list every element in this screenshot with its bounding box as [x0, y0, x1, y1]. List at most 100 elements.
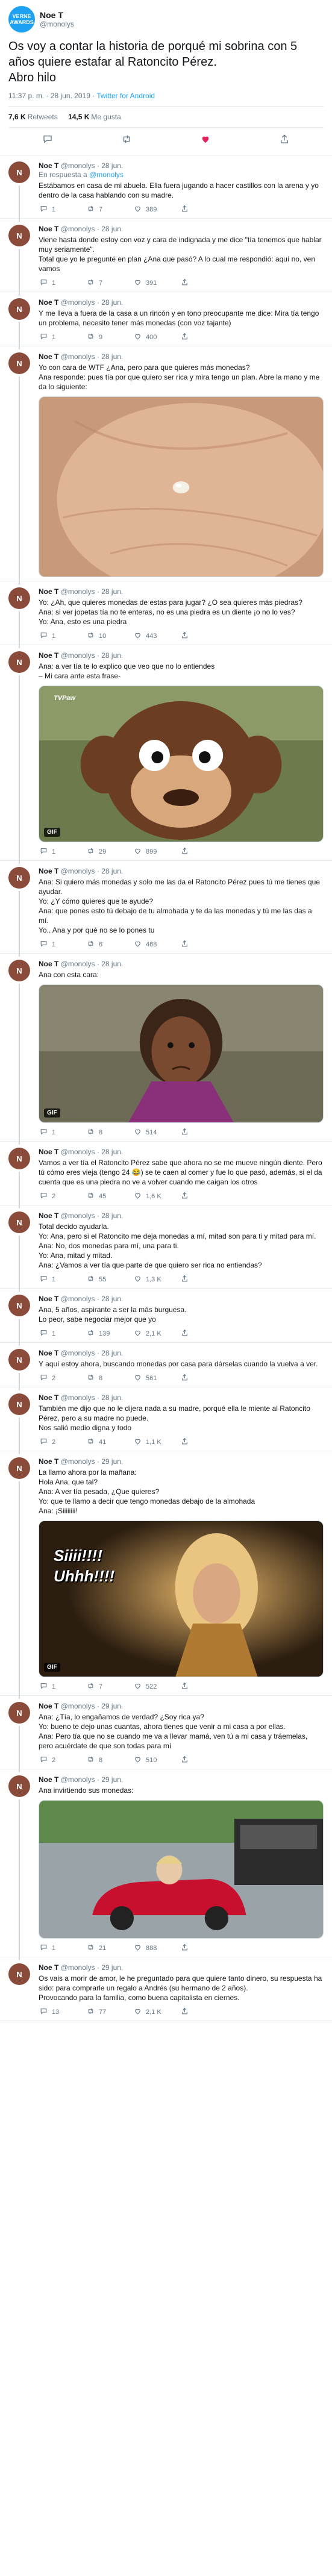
heart-icon[interactable] [200, 134, 211, 148]
tweet-date[interactable]: 29 jun. [101, 1457, 123, 1466]
share-button[interactable] [180, 1374, 193, 1383]
retweet-button[interactable]: 10 [86, 631, 133, 641]
retweet-button[interactable]: 41 [86, 1437, 133, 1447]
like-button[interactable]: 443 [133, 631, 180, 641]
share-button[interactable] [180, 1275, 193, 1284]
author-name[interactable]: Noe T [39, 867, 58, 875]
author-handle[interactable]: @monolys [61, 587, 95, 596]
reply-button[interactable]: 1 [39, 1682, 86, 1692]
tweet-date[interactable]: 28 jun. [101, 587, 123, 596]
author-handle[interactable]: @monolys [61, 1295, 95, 1303]
retweet-button[interactable]: 21 [86, 1943, 133, 1953]
reply-tweet[interactable]: N Noe T @monolys · 28 jun. Y me lleva a fu… [0, 292, 332, 349]
share-button[interactable] [180, 278, 193, 288]
author-handle[interactable]: @monolys [61, 225, 95, 233]
author-name[interactable]: Noe T [39, 1702, 58, 1710]
reply-tweet[interactable]: N Noe T @monolys · 28 jun. Ana: Si quiero … [0, 861, 332, 957]
author-name[interactable]: Noe T [39, 960, 58, 968]
tweet-date[interactable]: 28 jun. [101, 867, 123, 875]
tweet-date[interactable]: 28 jun. [101, 1349, 123, 1357]
avatar[interactable]: N [8, 1211, 30, 1233]
tweet-date[interactable]: 28 jun. [101, 352, 123, 361]
like-button[interactable]: 510 [133, 1755, 180, 1765]
like-button[interactable]: 522 [133, 1682, 180, 1692]
like-button[interactable]: 400 [133, 333, 180, 342]
retweet-button[interactable]: 7 [86, 205, 133, 214]
like-button[interactable]: 389 [133, 205, 180, 214]
like-button[interactable]: 514 [133, 1128, 180, 1137]
retweet-button[interactable]: 8 [86, 1755, 133, 1765]
avatar[interactable]: N [8, 867, 30, 889]
tweet-media[interactable]: Siiii!!!! Uhhh!!!! GIF [39, 1521, 324, 1677]
share-button[interactable] [180, 1682, 193, 1692]
reply-tweet[interactable]: N Noe T @monolys · 28 jun. Ana: a ver tía … [0, 645, 332, 864]
tweet-date[interactable]: 29 jun. [101, 1702, 123, 1710]
author-name[interactable]: Noe T [40, 10, 74, 20]
author-name[interactable]: Noe T [39, 352, 58, 361]
share-button[interactable] [180, 333, 193, 342]
avatar[interactable]: N [8, 651, 30, 673]
reply-tweet[interactable]: N Noe T @monolys · 28 jun. Yo: ¿Ah, que qu… [0, 581, 332, 648]
retweet-button[interactable]: 29 [86, 847, 133, 857]
avatar[interactable]: N [8, 1775, 30, 1797]
reply-button[interactable]: 2 [39, 1437, 86, 1447]
tweet-date[interactable]: 29 jun. [101, 1775, 123, 1784]
reply-tweet[interactable]: N Noe T @monolys · 28 jun. Ana, 5 años, as… [0, 1289, 332, 1346]
reply-button[interactable]: 1 [39, 631, 86, 641]
reply-button[interactable]: 2 [39, 1192, 86, 1201]
share-button[interactable] [180, 1755, 193, 1765]
share-button[interactable] [180, 205, 193, 214]
tweet-source[interactable]: Twitter for Android [96, 92, 155, 100]
author-name[interactable]: Noe T [39, 651, 58, 660]
share-button[interactable] [180, 847, 193, 857]
avatar[interactable]: N [8, 1457, 30, 1479]
author-handle[interactable]: @monolys [61, 651, 95, 660]
reply-button[interactable]: 1 [39, 1943, 86, 1953]
reply-tweet[interactable]: N Noe T @monolys · 28 jun. Vamos a ver tía… [0, 1142, 332, 1208]
tweet-date[interactable]: 28 jun. [101, 1148, 123, 1156]
avatar[interactable]: N [8, 1963, 30, 1985]
author-name[interactable]: Noe T [39, 298, 58, 307]
like-button[interactable]: 888 [133, 1943, 180, 1953]
author-handle[interactable]: @monolys [61, 1148, 95, 1156]
likes-count[interactable]: 14,5 K [68, 113, 89, 121]
author-handle[interactable]: @monolys [61, 161, 95, 170]
tweet-date[interactable]: 28 jun. [101, 651, 123, 660]
avatar[interactable]: VERNE AWARDS [8, 6, 35, 33]
avatar[interactable]: N [8, 1148, 30, 1169]
share-button[interactable] [180, 1128, 193, 1137]
author-handle[interactable]: @monolys [61, 1349, 95, 1357]
author-handle[interactable]: @monolys [61, 352, 95, 361]
author-handle[interactable]: @monolys [61, 1393, 95, 1402]
tweet-date[interactable]: 28 jun. [101, 225, 123, 233]
share-button[interactable] [180, 631, 193, 641]
author-name[interactable]: Noe T [39, 1211, 58, 1220]
tweet-media[interactable]: TVPaw GIF [39, 686, 324, 842]
author-name[interactable]: Noe T [39, 161, 58, 170]
reply-tweet[interactable]: N Noe T @monolys · 28 jun. Ana con esta ca… [0, 954, 332, 1145]
avatar[interactable]: N [8, 225, 30, 246]
retweet-button[interactable]: 45 [86, 1192, 133, 1201]
retweet-button[interactable]: 9 [86, 333, 133, 342]
like-button[interactable]: 899 [133, 847, 180, 857]
like-button[interactable]: 391 [133, 278, 180, 288]
like-button[interactable]: 1,1 K [133, 1437, 180, 1447]
author-handle[interactable]: @monolys [61, 298, 95, 307]
reply-tweet[interactable]: N Noe T @monolys · 28 jun. También me dijo… [0, 1387, 332, 1454]
reply-icon[interactable] [42, 134, 53, 148]
tweet-date[interactable]: 28 jun. [101, 960, 123, 968]
reply-button[interactable]: 1 [39, 1128, 86, 1137]
tweet-date[interactable]: 28 jun. [101, 161, 123, 170]
reply-button[interactable]: 13 [39, 2007, 86, 2017]
share-button[interactable] [180, 1437, 193, 1447]
retweet-button[interactable]: 7 [86, 278, 133, 288]
avatar[interactable]: N [8, 1393, 30, 1415]
reply-button[interactable]: 1 [39, 278, 86, 288]
author-name[interactable]: Noe T [39, 225, 58, 233]
reply-tweet[interactable]: N Noe T @monolys · 29 jun. La llamo ahora … [0, 1451, 332, 1699]
author-handle[interactable]: @monolys [40, 20, 74, 28]
share-button[interactable] [180, 1192, 193, 1201]
tweet-date[interactable]: 28 jun. [101, 298, 123, 307]
tweet-media[interactable] [39, 396, 324, 577]
retweet-button[interactable]: 139 [86, 1329, 133, 1339]
